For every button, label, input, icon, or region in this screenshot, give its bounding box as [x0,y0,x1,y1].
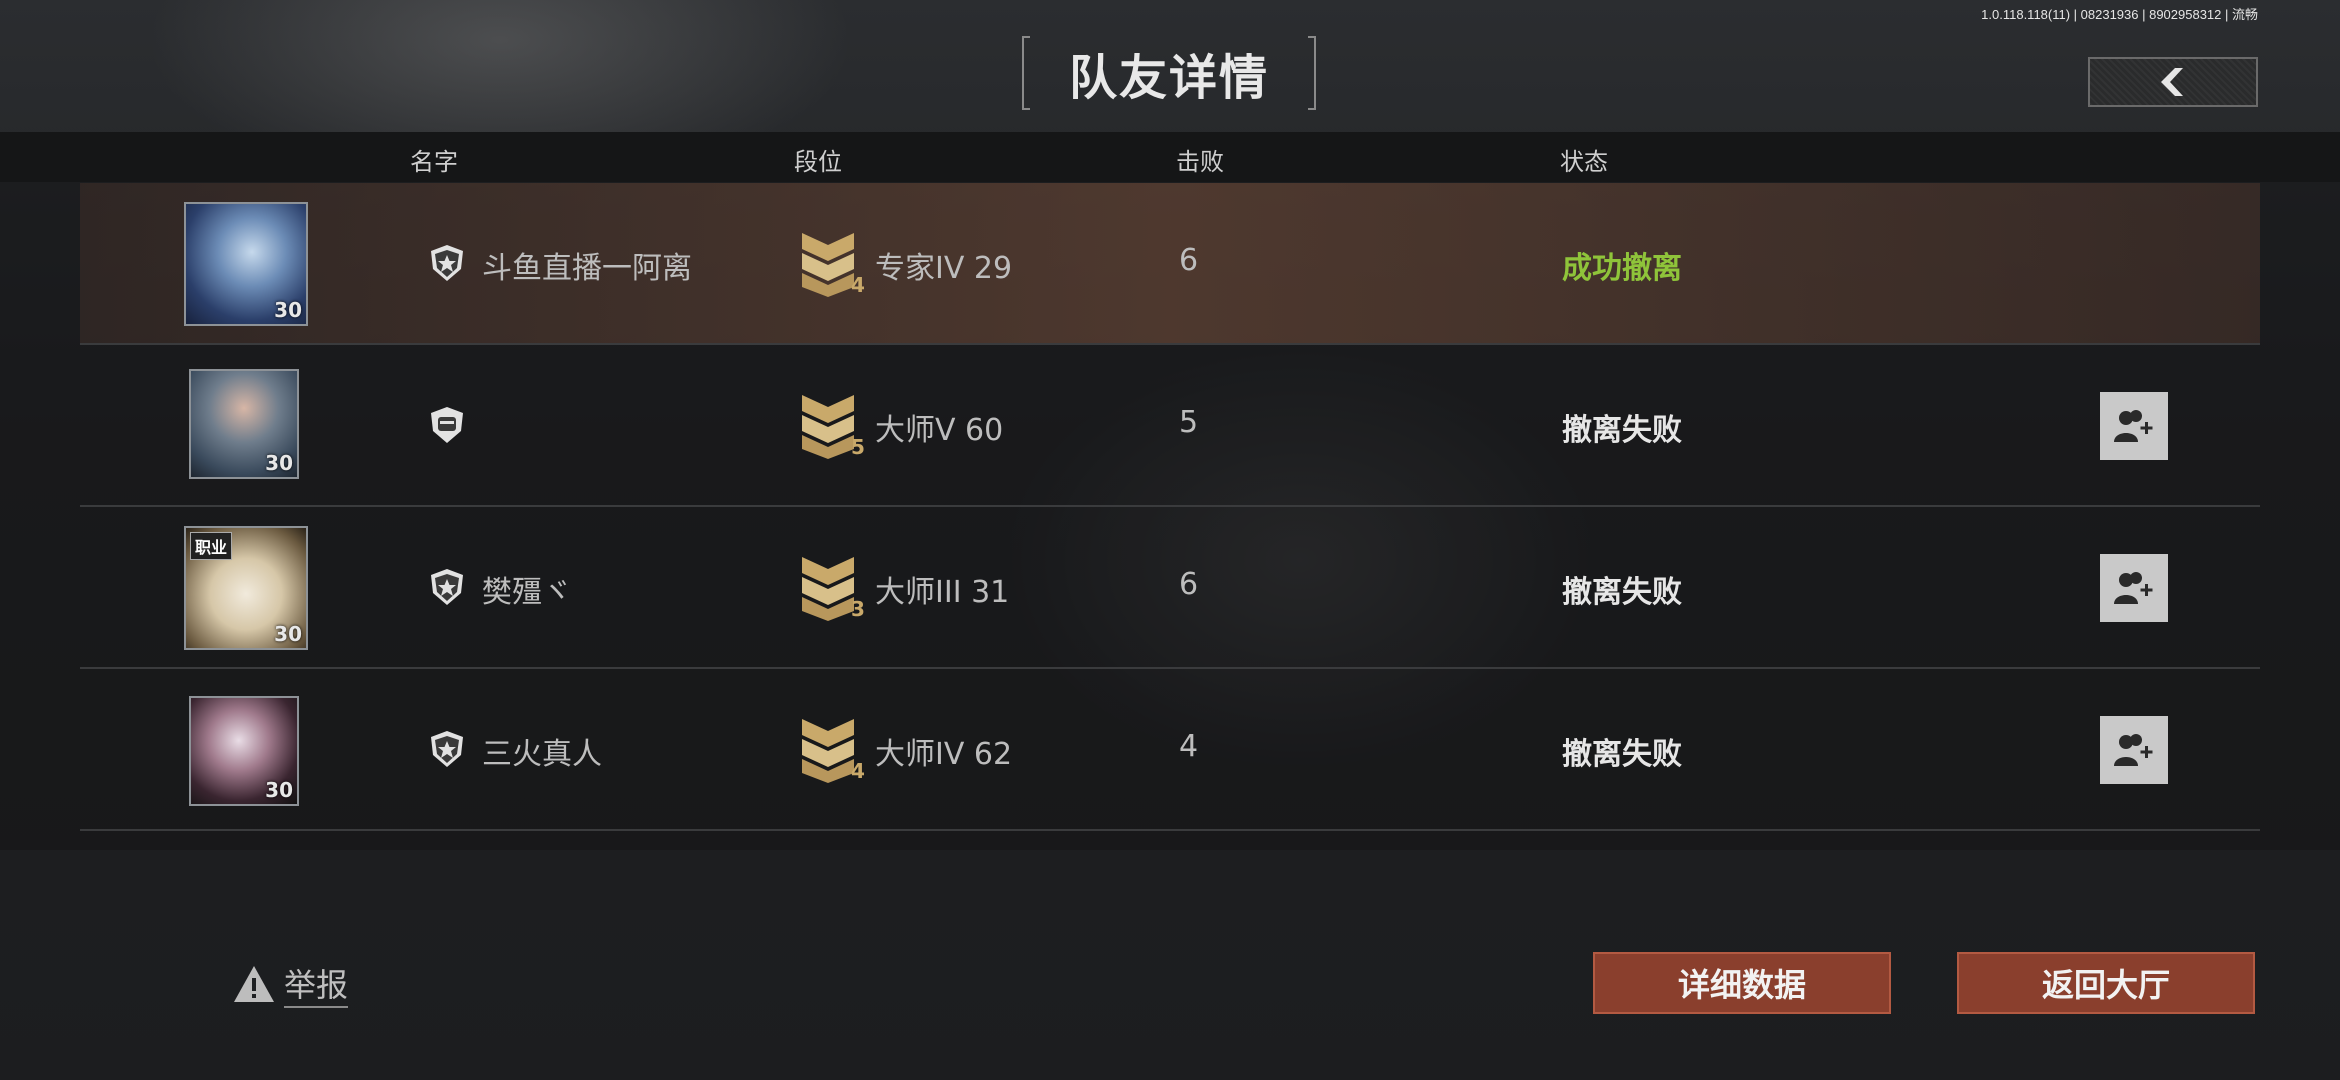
status-text: 成功撤离 [1562,251,1682,286]
rank-tier: 3 [851,597,865,621]
teammate-row: 30 三火真人 4 大师IV 62 4 撤离失败 [80,669,2260,831]
avatar-level: 30 [274,298,302,322]
avatar[interactable]: 30 [184,202,308,326]
status-text: 撤离失败 [1562,575,1682,610]
kills-value: 6 [1179,243,1199,278]
shield-star-icon [431,245,463,281]
report-link[interactable]: 举报 [232,960,349,1008]
shield-star-icon [431,731,463,767]
report-label: 举报 [284,960,349,1008]
kills-value: 6 [1179,567,1199,602]
status-text: 撤离失败 [1562,413,1682,448]
rank-text: 大师V 60 [875,413,1004,448]
rank-tier: 4 [851,273,865,297]
rank-chevron-icon [802,395,854,459]
header-name: 名字 [410,148,458,176]
kills-value: 4 [1179,729,1199,764]
rank-chevron-icon [802,233,854,297]
page-title-frame: 队友详情 [1022,36,1316,110]
avatar[interactable]: 30 [189,369,299,479]
header-status: 状态 [1560,148,1608,176]
back-button[interactable] [2088,57,2258,107]
rank-chevron-icon [802,557,854,621]
rank-tier: 5 [851,435,865,459]
status-text: 撤离失败 [1562,737,1682,772]
player-name: 樊殭ヾ [482,575,572,610]
avatar-level: 30 [265,451,293,475]
avatar[interactable]: 职业 30 [184,526,308,650]
warning-icon [234,966,274,1002]
details-button[interactable]: 详细数据 [1593,952,1891,1014]
version-info: 1.0.118.118(11) | 08231936 | 8902958312 … [1981,7,2258,22]
rank-tier: 4 [851,759,865,783]
shield-star-icon [431,569,463,605]
teammate-row: 职业 30 樊殭ヾ 3 大师III 31 6 撤离失败 [80,507,2260,669]
avatar[interactable]: 30 [189,696,299,806]
add-friend-button[interactable] [2100,716,2168,784]
add-friend-icon [2114,572,2153,604]
return-lobby-button[interactable]: 返回大厅 [1957,952,2255,1014]
add-friend-button[interactable] [2100,392,2168,460]
rank-text: 大师IV 62 [875,737,1013,772]
add-friend-button[interactable] [2100,554,2168,622]
rank-chevron-icon [802,719,854,783]
add-friend-icon [2114,734,2153,766]
avatar-level: 30 [274,622,302,646]
page-title: 队友详情 [1068,50,1269,106]
teammate-row: 30 5 大师V 60 5 撤离失败 [80,345,2260,507]
chevron-left-icon [2161,68,2183,96]
avatar-level: 30 [265,778,293,802]
badge-icon [431,407,463,443]
header-kills: 击败 [1176,148,1224,176]
player-name: 三火真人 [482,737,602,772]
table-header: 名字 段位 击败 状态 [0,132,2340,182]
avatar-tag: 职业 [190,532,233,560]
rank-text: 大师III 31 [875,575,1010,610]
rank-text: 专家IV 29 [875,251,1013,286]
teammate-row: 30 斗鱼直播一阿离 4 专家IV 29 6 成功撤离 [80,183,2260,345]
add-friend-icon [2114,410,2153,442]
header-rank: 段位 [794,148,842,176]
player-name: 斗鱼直播一阿离 [482,251,692,286]
kills-value: 5 [1179,405,1199,440]
